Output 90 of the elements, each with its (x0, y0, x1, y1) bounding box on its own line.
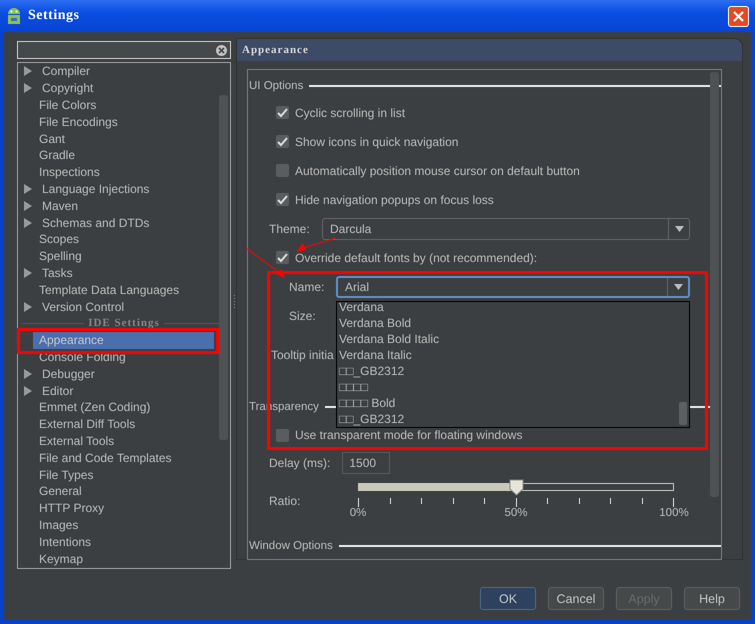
field-label: Ratio: (269, 494, 300, 508)
group-title: UI Options (248, 80, 304, 92)
scrollbar-thumb[interactable] (219, 95, 228, 440)
robot-icon (6, 7, 22, 25)
dropdown-arrow-icon (674, 284, 682, 290)
field-label: Tooltip initia (271, 348, 334, 362)
tree-item[interactable]: Appearance (33, 332, 214, 349)
window-title: Settings (28, 8, 80, 24)
font-option[interactable]: Verdana (339, 302, 384, 314)
close-button[interactable] (728, 6, 749, 26)
tree-item[interactable]: File Encodings (18, 114, 118, 129)
close-icon (733, 10, 744, 22)
expand-arrow-icon[interactable] (24, 184, 32, 194)
checkbox-label: Cyclic scrolling in list (295, 106, 406, 120)
scrollbar-thumb[interactable] (710, 72, 719, 498)
dialog-button[interactable]: OK (480, 587, 536, 610)
group-title: Window Options (248, 540, 333, 552)
tree-item[interactable]: Intentions (18, 534, 92, 549)
tree-item[interactable]: Debugger (42, 366, 95, 381)
search-field[interactable] (17, 41, 231, 59)
tree-item[interactable]: Scopes (18, 232, 80, 246)
checkbox-label: Show icons in quick navigation (295, 134, 458, 148)
checkbox[interactable] (276, 135, 289, 148)
expand-arrow-icon[interactable] (24, 200, 32, 211)
font-option[interactable]: □□_GB2312 (339, 364, 404, 378)
checkbox[interactable] (276, 428, 289, 442)
tree-item[interactable]: HTTP Proxy (18, 501, 104, 516)
dialog-button[interactable]: Cancel (548, 587, 604, 610)
section-header: IDE Settings (87, 317, 161, 330)
theme-dropdown[interactable]: Darcula (322, 218, 690, 240)
annotation-arrow (296, 238, 336, 252)
expand-arrow-icon[interactable] (24, 368, 32, 379)
tree-item[interactable]: Version Control (42, 300, 124, 314)
tree-item[interactable]: File Colors (18, 98, 96, 112)
field-label: Delay (ms): (269, 456, 330, 470)
expand-arrow-icon[interactable] (24, 218, 32, 228)
tree-item[interactable]: Template Data Languages (18, 282, 180, 297)
field-label: Theme: (269, 222, 311, 236)
tree-item[interactable]: Language Injections (42, 182, 150, 196)
panel-title: Appearance (242, 44, 309, 56)
tree-item[interactable]: Tasks (42, 266, 73, 280)
tree-item[interactable]: Gant (18, 132, 66, 146)
expand-arrow-icon[interactable] (24, 268, 32, 278)
expand-arrow-icon[interactable] (24, 66, 32, 76)
dialog-button[interactable]: Help (684, 587, 740, 610)
tick-label: 100% (658, 507, 690, 519)
tree-item[interactable]: Spelling (18, 249, 82, 264)
tick-label: 50% (503, 507, 529, 519)
tree-item[interactable]: Maven (42, 198, 78, 213)
scrollbar-thumb[interactable] (679, 402, 687, 425)
expand-arrow-icon[interactable] (24, 386, 32, 396)
tree-item[interactable]: Compiler (42, 64, 90, 78)
tree-item[interactable]: Images (18, 518, 78, 532)
tree-item[interactable]: File Types (18, 468, 94, 482)
tree-item[interactable]: Emmet (Zen Coding) (18, 400, 150, 414)
font-option[interactable]: Verdana Bold (339, 316, 412, 330)
tree-item[interactable]: External Diff Tools (18, 417, 136, 432)
font-name-dropdown[interactable]: Arial (336, 276, 690, 298)
tree-item[interactable]: Gradle (18, 148, 76, 162)
tree-item[interactable]: Copyright (42, 81, 94, 96)
delay-field[interactable]: 1500 (342, 452, 390, 474)
checkbox[interactable] (276, 106, 289, 119)
tree-item[interactable]: External Tools (18, 434, 114, 448)
field-label: Size: (289, 309, 316, 323)
font-option[interactable]: □□□□ Bold (339, 396, 396, 410)
annotation-arrow (246, 248, 285, 278)
checkbox-label: Override default fonts by (not recommended): (295, 250, 538, 264)
expand-arrow-icon[interactable] (24, 302, 32, 312)
clear-icon[interactable] (216, 44, 227, 56)
tree-item[interactable]: Editor (42, 384, 74, 398)
tree-item[interactable]: Keymap (18, 552, 84, 566)
tree-item[interactable]: File and Code Templates (18, 450, 172, 465)
tree-item[interactable]: Schemas and DTDs (42, 216, 150, 230)
checkbox[interactable] (276, 193, 289, 206)
font-option[interactable]: □□_GB2312 (339, 412, 404, 426)
checkbox[interactable] (276, 251, 289, 264)
font-option[interactable]: Verdana Bold Italic (339, 332, 440, 346)
field-label: Name: (289, 280, 326, 294)
checkbox-label: Hide navigation popups on focus loss (295, 192, 494, 206)
font-option[interactable]: Verdana Italic (339, 348, 412, 362)
tree-item[interactable]: General (18, 484, 82, 498)
font-option[interactable]: □□□□ (339, 380, 368, 394)
checkbox[interactable] (276, 164, 289, 177)
expand-arrow-icon[interactable] (24, 83, 32, 94)
tree-item[interactable]: Inspections (18, 165, 100, 180)
tick-label: 0% (348, 507, 368, 519)
checkbox-label: Automatically position mouse cursor on default button (295, 164, 580, 178)
dropdown-arrow-icon (674, 226, 684, 232)
checkbox-label: Use transparent mode for floating windows (295, 428, 522, 442)
slider-thumb[interactable] (509, 479, 524, 496)
